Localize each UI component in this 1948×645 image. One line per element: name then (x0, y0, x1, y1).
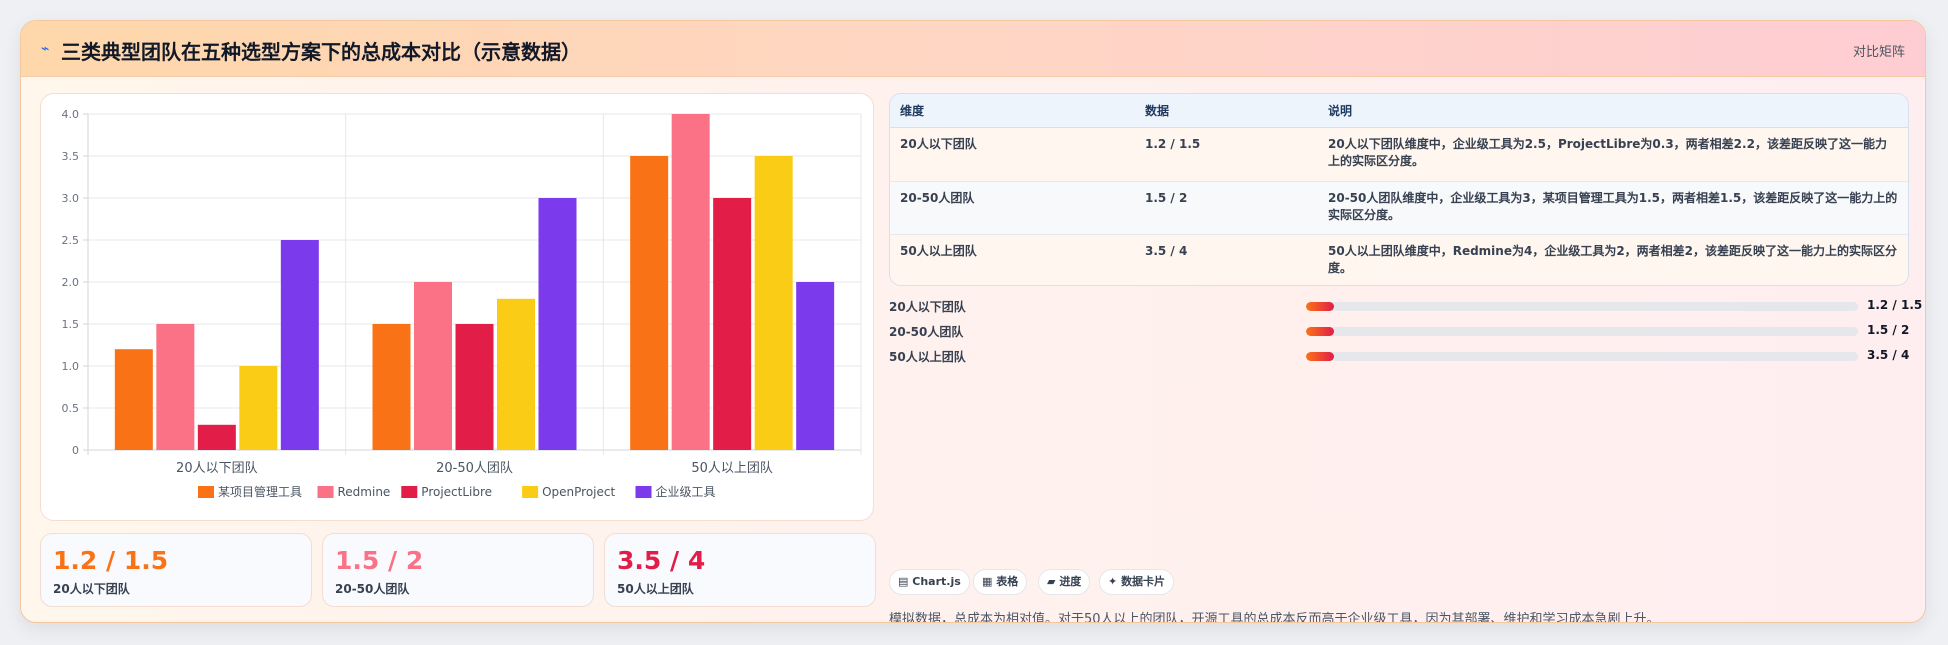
y-tick-label: 3.5 (62, 150, 80, 163)
bar (538, 198, 577, 450)
y-tick-label: 2.0 (62, 276, 80, 289)
bar (754, 156, 793, 450)
table-row: 20人以下团队 1.2 / 1.5 20人以下团队维度中，企业级工具为2.5，P… (890, 127, 1908, 182)
y-tick-label: 0.5 (62, 402, 80, 415)
progress-icon: ▰ (1047, 575, 1056, 588)
x-tick-label: 20人以下团队 (176, 461, 258, 476)
chip-progress[interactable]: ▰ 进度 (1038, 569, 1091, 595)
table-cell: 20-50人团队维度中，企业级工具为3，某项目管理工具为1.5，两者相差1.5，… (1318, 181, 1908, 235)
stat-value: 3.5 / 4 (617, 546, 706, 575)
bar-chart: 0 0.5 1.0 1.5 2.0 2.5 3.0 3.5 4.0 20人以下团队 20-50人团队… (62, 108, 862, 499)
table-cell: 20-50人团队 (890, 181, 1135, 235)
y-tick-label: 0 (72, 444, 79, 457)
progress-fill (1306, 352, 1334, 361)
table-icon: ▦ (982, 575, 993, 588)
bar (239, 366, 278, 450)
chip-label: 表格 (996, 575, 1019, 588)
bar (455, 324, 494, 450)
progress-track (1306, 302, 1858, 311)
stat-label: 20-50人团队 (335, 582, 410, 596)
stat-card-small-team: 1.2 / 1.5 20人以下团队 (40, 533, 312, 607)
bar (372, 324, 411, 450)
bar (713, 198, 752, 450)
footnote: 模拟数据，总成本为相对值。对于50人以上的团队，开源工具的总成本反而高于企业级工… (889, 612, 1660, 623)
chart-trend-icon: ⌁ (41, 41, 50, 57)
stat-label: 20人以下团队 (53, 582, 130, 596)
progress-row: 50人以上团队 3.5 / 4 (889, 346, 1909, 366)
progress-label: 50人以上团队 (889, 350, 966, 364)
bar (796, 282, 835, 450)
legend-label: 企业级工具 (656, 484, 716, 499)
legend-swatch (401, 486, 418, 498)
bar (280, 240, 319, 450)
legend-label: ProjectLibre (421, 485, 492, 499)
y-tick-label: 1.0 (62, 360, 80, 373)
table-header-cell: 维度 (890, 94, 1135, 128)
stat-label: 50人以上团队 (617, 582, 694, 596)
legend-swatch (522, 486, 539, 498)
comparison-table: 维度 数据 说明 20人以下团队 1.2 / 1.5 20人以下团队维度中，企业… (889, 93, 1909, 286)
bar (671, 114, 710, 450)
chip-label: 进度 (1059, 575, 1082, 588)
x-tick-label: 50人以上团队 (691, 461, 773, 476)
view-mode-label[interactable]: 对比矩阵 (1853, 41, 1905, 60)
chip-chartjs[interactable]: ▤ Chart.js (889, 569, 970, 595)
progress-value: 3.5 / 4 (1867, 348, 1910, 362)
progress-label: 20人以下团队 (889, 300, 966, 314)
legend-swatch (635, 486, 652, 498)
bar (114, 349, 153, 450)
progress-fill (1306, 327, 1334, 336)
dashboard-card: ⌁ 三类典型团队在五种选型方案下的总成本对比（示意数据） 对比矩阵 0 0.5 1.… (20, 20, 1926, 623)
table-cell: 50人以上团队维度中，Redmine为4，企业级工具为2，两者相差2，该差距反映… (1318, 234, 1908, 285)
legend-swatch (317, 486, 334, 498)
bar (156, 324, 195, 450)
progress-row: 20人以下团队 1.2 / 1.5 (889, 296, 1922, 316)
stat-card-mid-team: 1.5 / 2 20-50人团队 (322, 533, 594, 607)
progress-track (1306, 327, 1858, 336)
legend-label: OpenProject (542, 485, 615, 499)
table-row: 50人以上团队 3.5 / 4 50人以上团队维度中，Redmine为4，企业级… (890, 234, 1908, 285)
legend-label: 某项目管理工具 (218, 484, 302, 499)
progress-row: 20-50人团队 1.5 / 2 (889, 321, 1909, 341)
y-tick-label: 2.5 (62, 234, 80, 247)
chip-label: Chart.js (912, 575, 961, 588)
table-header-cell: 数据 (1135, 94, 1318, 128)
card-header: ⌁ 三类典型团队在五种选型方案下的总成本对比（示意数据） 对比矩阵 (21, 21, 1925, 77)
legend-label: Redmine (338, 485, 391, 499)
x-tick-label: 20-50人团队 (436, 461, 513, 476)
bar (497, 298, 535, 450)
y-tick-label: 4.0 (62, 108, 80, 121)
progress-value: 1.5 / 2 (1867, 323, 1910, 337)
table-row: 20-50人团队 1.5 / 2 20-50人团队维度中，企业级工具为3，某项目… (890, 181, 1908, 235)
progress-label: 20-50人团队 (889, 325, 964, 339)
stat-card-large-team: 3.5 / 4 50人以上团队 (604, 533, 876, 607)
y-tick-label: 1.5 (62, 318, 80, 331)
chip-label: 数据卡片 (1121, 575, 1166, 588)
chip-data-cards[interactable]: ✦ 数据卡片 (1099, 569, 1175, 595)
bar-chart-panel: 0 0.5 1.0 1.5 2.0 2.5 3.0 3.5 4.0 20人以下团队 20-50人团队… (40, 93, 874, 521)
table-cell: 20人以下团队 (890, 127, 1135, 182)
bar (197, 424, 236, 450)
table-cell: 50人以上团队 (890, 234, 1135, 285)
bar (414, 282, 452, 450)
sparkle-icon: ✦ (1108, 575, 1118, 588)
bar (630, 156, 669, 450)
table-cell: 1.2 / 1.5 (1135, 127, 1318, 182)
table-header-row: 维度 数据 说明 (890, 94, 1908, 128)
chip-table[interactable]: ▦ 表格 (973, 569, 1028, 595)
table-header-cell: 说明 (1318, 94, 1908, 128)
progress-fill (1306, 302, 1334, 311)
page-title: 三类典型团队在五种选型方案下的总成本对比（示意数据） (61, 40, 581, 64)
chart-icon: ▤ (898, 575, 909, 588)
stat-value: 1.2 / 1.5 (53, 546, 169, 575)
y-tick-label: 3.0 (62, 192, 80, 205)
stat-value: 1.5 / 2 (335, 546, 424, 575)
table-cell: 20人以下团队维度中，企业级工具为2.5，ProjectLibre为0.3，两者… (1318, 127, 1908, 182)
table-cell: 3.5 / 4 (1135, 234, 1318, 285)
progress-track (1306, 352, 1858, 361)
table-cell: 1.5 / 2 (1135, 181, 1318, 235)
progress-value: 1.2 / 1.5 (1867, 298, 1923, 312)
legend-swatch (198, 486, 214, 498)
